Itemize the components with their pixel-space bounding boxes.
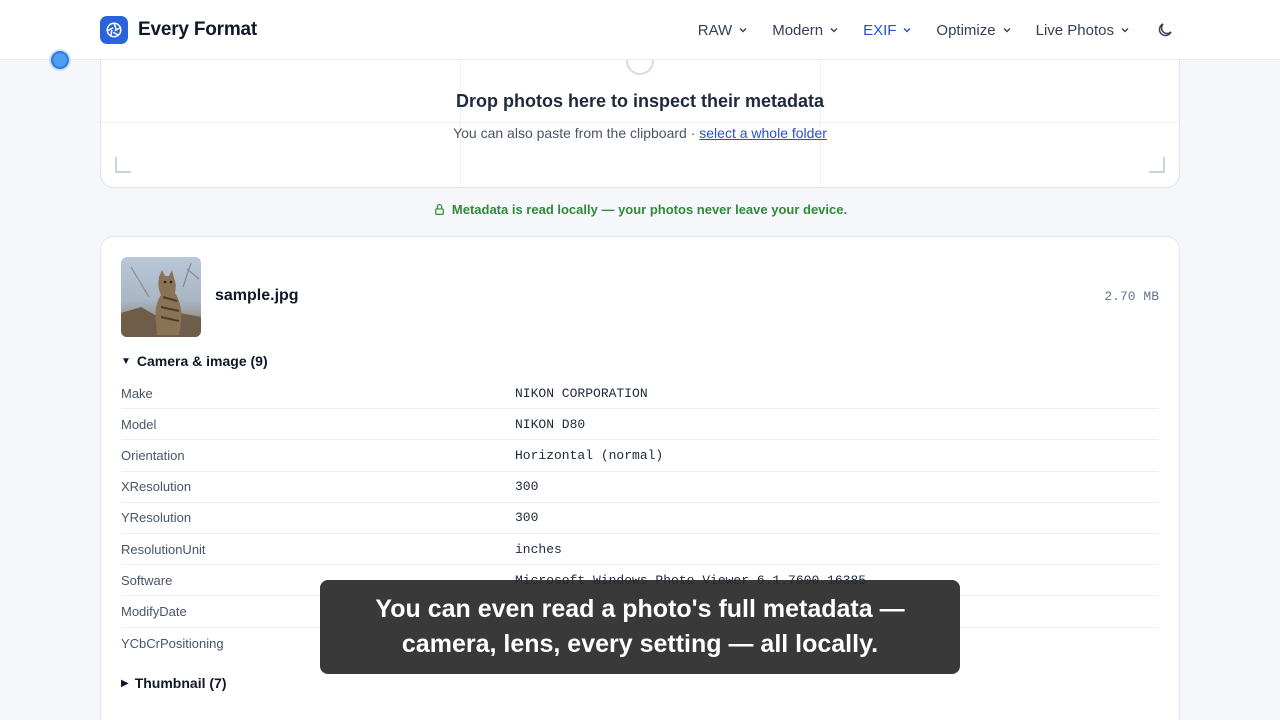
lock-icon	[435, 203, 444, 215]
drop-zone-title: Drop photos here to inspect their metada…	[455, 91, 825, 111]
corner-mark	[115, 157, 131, 173]
nav-optimize[interactable]: Optimize	[936, 22, 1011, 39]
nav-modern[interactable]: Modern	[772, 22, 839, 39]
grid-line	[460, 41, 461, 187]
chevron-down-icon	[903, 28, 911, 33]
select-folder-link[interactable]: select a whole folder	[699, 125, 827, 141]
brand-name: Every Format	[138, 19, 258, 40]
privacy-note-text: Metadata is read locally — your photos n…	[451, 201, 848, 217]
file-size: 2.70 MB	[1104, 289, 1159, 304]
caption-line-1: You can even read a photo's full metadat…	[375, 595, 905, 623]
chevron-down-icon	[830, 28, 838, 33]
chevron-down-icon	[1003, 28, 1011, 33]
main-nav: RAW Modern EXIF Optimize Live Photos	[698, 0, 1130, 60]
nav-live-photos-label: Live Photos	[1035, 21, 1114, 39]
nav-modern-label: Modern	[772, 21, 824, 39]
table-row: Model NIKON D80	[121, 409, 1159, 441]
privacy-note: Metadata is read locally — your photos n…	[0, 200, 1280, 218]
brand[interactable]: Every Format	[100, 16, 257, 44]
row-key: XResolution	[121, 479, 192, 495]
corner-mark	[1149, 157, 1165, 173]
row-value: 300	[515, 510, 539, 526]
drop-zone-subtitle: You can also paste from the clipboard · …	[101, 125, 1179, 141]
table-row: XResolution 300	[121, 472, 1159, 503]
row-value: 300	[515, 479, 539, 495]
row-key: ResolutionUnit	[121, 541, 206, 557]
grid-line	[820, 41, 821, 187]
nav-live-photos[interactable]: Live Photos	[1036, 22, 1130, 39]
section-title: Camera & image (9)	[136, 353, 268, 369]
row-value: inches	[515, 541, 562, 557]
aperture-logo-icon	[100, 16, 128, 44]
file-thumbnail[interactable]	[121, 257, 201, 337]
cursor-indicator	[51, 51, 69, 69]
section-title: Thumbnail (7)	[134, 675, 227, 691]
row-key: YResolution	[121, 510, 192, 526]
table-row: ResolutionUnit inches	[121, 534, 1159, 566]
nav-exif-label: EXIF	[863, 21, 897, 39]
row-key: Orientation	[121, 447, 185, 463]
chevron-down-icon	[739, 28, 747, 33]
section-camera-image-toggle[interactable]: ▼ Camera & image (9)	[121, 353, 268, 369]
nav-optimize-label: Optimize	[936, 21, 996, 39]
row-key: Model	[121, 416, 157, 432]
triangle-down-icon: ▼	[121, 355, 131, 367]
nav-raw-label: RAW	[697, 21, 733, 39]
nav-exif[interactable]: EXIF	[863, 22, 912, 39]
row-value: Horizontal (normal)	[515, 447, 664, 463]
drop-zone[interactable]: Drop photos here to inspect their metada…	[100, 40, 1180, 188]
drop-zone-subtitle-text: You can also paste from the clipboard ·	[453, 125, 696, 141]
triangle-right-icon: ▶	[121, 677, 129, 689]
top-header: Every Format RAW Modern EXIF Optimize Li…	[0, 0, 1280, 60]
table-row: Make NIKON CORPORATION	[121, 378, 1159, 410]
row-key: Make	[121, 385, 153, 401]
moon-icon[interactable]	[1156, 21, 1174, 39]
table-row: YResolution 300	[121, 503, 1159, 534]
table-row: Orientation Horizontal (normal)	[121, 440, 1159, 472]
grid-line	[101, 122, 1179, 123]
cat-photo-icon	[121, 262, 201, 337]
video-caption: You can even read a photo's full metadat…	[320, 580, 960, 674]
file-name: sample.jpg	[215, 287, 299, 304]
caption-line-2: camera, lens, every setting — all locall…	[401, 630, 879, 658]
section-thumbnail-toggle[interactable]: ▶ Thumbnail (7)	[121, 675, 226, 691]
nav-raw[interactable]: RAW	[698, 22, 748, 39]
row-value: NIKON CORPORATION	[515, 385, 648, 401]
row-value: NIKON D80	[515, 416, 586, 432]
chevron-down-icon	[1121, 28, 1129, 33]
